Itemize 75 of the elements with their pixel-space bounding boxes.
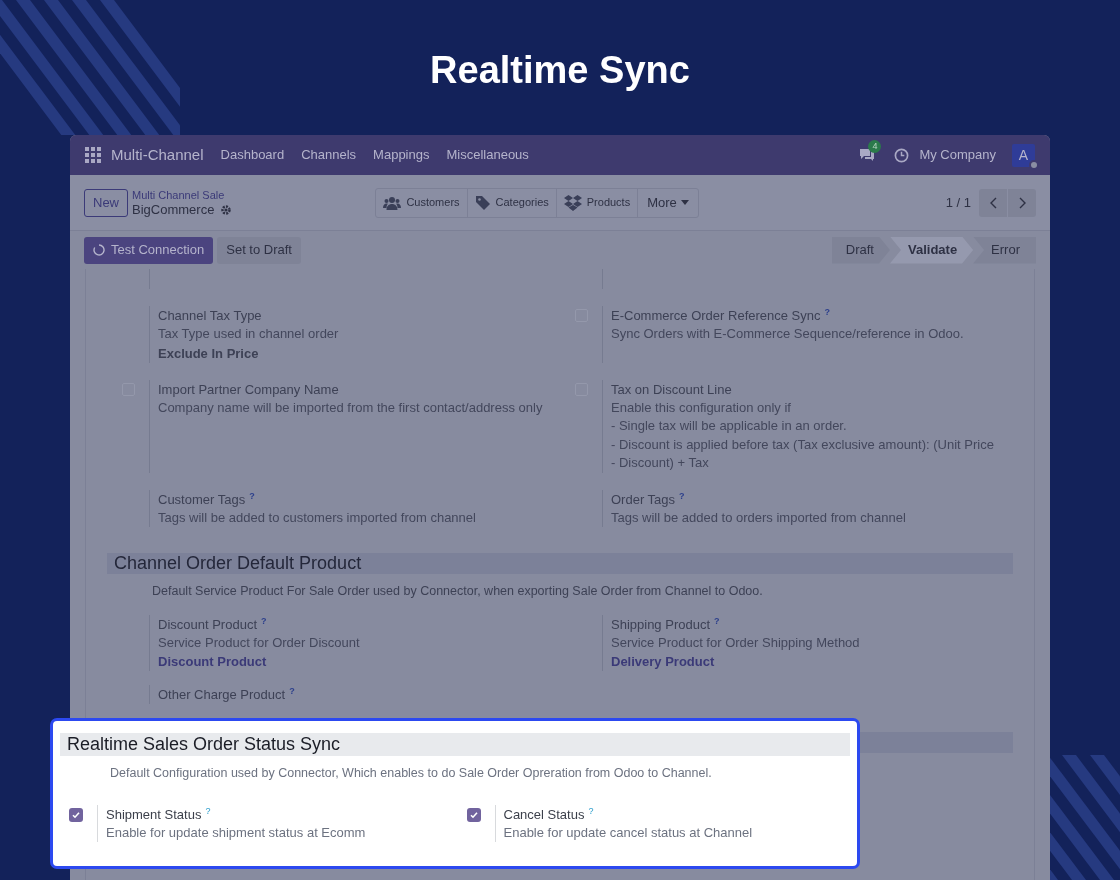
help-mark[interactable]: ?: [289, 685, 295, 698]
checkbox[interactable]: [69, 807, 83, 822]
setting-description: Tax Type used in channel order: [158, 325, 339, 343]
draft-button[interactable]: Set to Draft: [217, 236, 301, 264]
help-mark[interactable]: ?: [261, 614, 267, 627]
setting-description: - Single tax will be applicable in an order.: [611, 417, 848, 435]
setting-label: Channel Tax Type: [158, 307, 262, 325]
tag-icon: [474, 194, 491, 211]
spinner-icon: [93, 244, 105, 256]
smart-button[interactable]: Products: [556, 188, 639, 217]
section-header: Channel Order Default Product: [107, 553, 1013, 574]
setting-label: Shipping Product: [611, 615, 710, 634]
section-description: Default Configuration used by Connector, Which enables to do Sale Order Opreration from Odoo to Channel.: [110, 765, 713, 782]
setting-description: Enable this configuration only if: [611, 398, 792, 417]
stage-button[interactable]: Validate: [889, 236, 974, 264]
check-icon: [71, 809, 81, 820]
field-link[interactable]: Delivery Product: [611, 652, 860, 672]
field-link[interactable]: Discount Product: [158, 652, 360, 672]
check-icon: [468, 809, 479, 820]
boxes-icon: [563, 194, 582, 211]
setting-label: Other Charge Product: [158, 686, 286, 705]
setting-label: Order Tags: [611, 490, 676, 509]
menu-item[interactable]: Mappings: [373, 145, 430, 165]
setting-label: Import Partner Company Name: [158, 380, 339, 399]
setting-description: - Discount is applied before tax (Tax exclusive amount): (Unit Price - Discount) + Tax: [611, 435, 995, 472]
caret-icon: [680, 200, 689, 205]
chevron-right-icon: [1018, 196, 1026, 209]
setting-description: Enable for update cancel status at Channel: [503, 823, 753, 842]
banner-title: Realtime Sync: [430, 48, 690, 92]
section-header: Realtime Sales Order Status Sync: [60, 733, 850, 756]
menu-item[interactable]: Miscellaneous: [446, 145, 529, 165]
user-avatar[interactable]: A: [1012, 143, 1035, 167]
setting-description: Service Product for Order Discount: [158, 633, 360, 652]
users-icon: [383, 195, 402, 210]
checkbox[interactable]: [466, 807, 481, 822]
setting-label: Cancel Status: [503, 805, 585, 824]
breadcrumb-link[interactable]: Multi Channel Sale: [132, 187, 233, 202]
menu-item[interactable]: Dashboard: [220, 145, 285, 165]
field-value: Exclude In Price: [158, 344, 260, 363]
smart-button[interactable]: Customers: [376, 188, 468, 217]
help-mark[interactable]: ?: [679, 489, 685, 502]
app-name[interactable]: Multi-Channel: [111, 143, 204, 167]
setting-description: Tags will be added to customers imported from channel: [158, 508, 476, 527]
setting-description: Company name will be imported from the first contact/address only: [158, 398, 543, 417]
test-connection-button[interactable]: Test Connection: [84, 236, 214, 264]
setting-description: Enable for update shipment status at Ecomm: [106, 823, 366, 842]
stage-button[interactable]: Error: [973, 236, 1036, 264]
setting-label: Shipment Status: [106, 805, 202, 824]
help-mark[interactable]: ?: [714, 614, 720, 627]
smart-button[interactable]: Categories: [467, 188, 557, 217]
apps-grid-icon[interactable]: [85, 147, 101, 163]
setting-label: E-Commerce Order Reference Sync: [611, 307, 821, 325]
setting-label: Discount Product: [158, 615, 257, 634]
help-mark[interactable]: ?: [205, 804, 211, 817]
notification-badge: 4: [868, 140, 882, 153]
chevron-left-icon: [989, 196, 997, 209]
help-mark[interactable]: ?: [588, 804, 594, 817]
section-description: Default Service Product For Sale Order used by Connector, when exporting Sale Order from Channel to Odoo.: [152, 583, 764, 600]
gear-icon[interactable]: [220, 203, 233, 216]
setting-description: Service Product for Order Shipping Method: [611, 633, 860, 652]
setting-description: Tags will be added to orders imported from channel: [611, 508, 906, 527]
new-button[interactable]: New: [84, 188, 128, 217]
record-name: BigCommerce: [132, 201, 215, 218]
clock-icon[interactable]: [894, 147, 910, 163]
pager-value: 1 / 1: [945, 193, 971, 212]
chat-icon[interactable]: [858, 147, 877, 163]
setting-description: Sync Orders with E-Commerce Sequence/reference in Odoo.: [611, 325, 964, 343]
setting-label: Tax on Discount Line: [611, 380, 732, 399]
setting-label: Customer Tags: [158, 490, 246, 509]
more-button[interactable]: More: [638, 188, 699, 217]
menu-item[interactable]: Channels: [301, 145, 357, 165]
help-mark[interactable]: ?: [824, 306, 830, 318]
stage-button[interactable]: Draft: [831, 236, 890, 264]
company-name[interactable]: My Company: [919, 145, 996, 165]
help-mark[interactable]: ?: [249, 489, 255, 502]
